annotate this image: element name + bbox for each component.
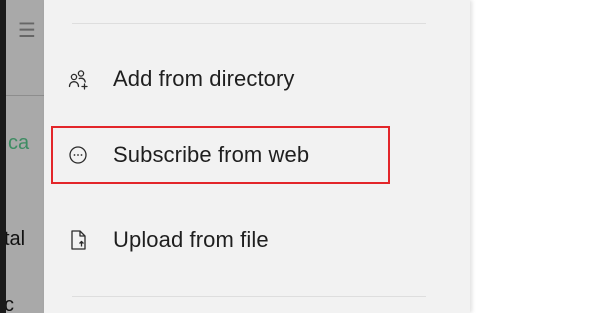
menu-divider-top	[72, 23, 426, 24]
menu-item-label: Add from directory	[113, 66, 295, 91]
background-divider	[6, 95, 44, 96]
upload-file-icon	[66, 228, 90, 252]
add-calendar-menu: Add from directory Subscribe from web Up…	[44, 0, 470, 313]
background-fragment-top: ☰	[18, 20, 36, 42]
background-fragment-bottom: c	[6, 294, 14, 313]
menu-item-subscribe-from-web[interactable]: Subscribe from web	[58, 129, 440, 181]
background-fragment-lower: tal	[6, 228, 26, 250]
menu-item-label: Subscribe from web	[113, 142, 310, 167]
background-content: ☰ ca tal c	[6, 0, 44, 313]
menu-item-upload-from-file[interactable]: Upload from file	[58, 214, 440, 266]
menu-item-label: Upload from file	[113, 227, 269, 252]
add-people-icon	[66, 67, 90, 91]
menu-divider-bottom	[72, 296, 426, 297]
subscribe-web-icon	[66, 143, 90, 167]
background-fragment-middle: ca	[8, 132, 30, 154]
menu-item-add-from-directory[interactable]: Add from directory	[58, 53, 440, 105]
